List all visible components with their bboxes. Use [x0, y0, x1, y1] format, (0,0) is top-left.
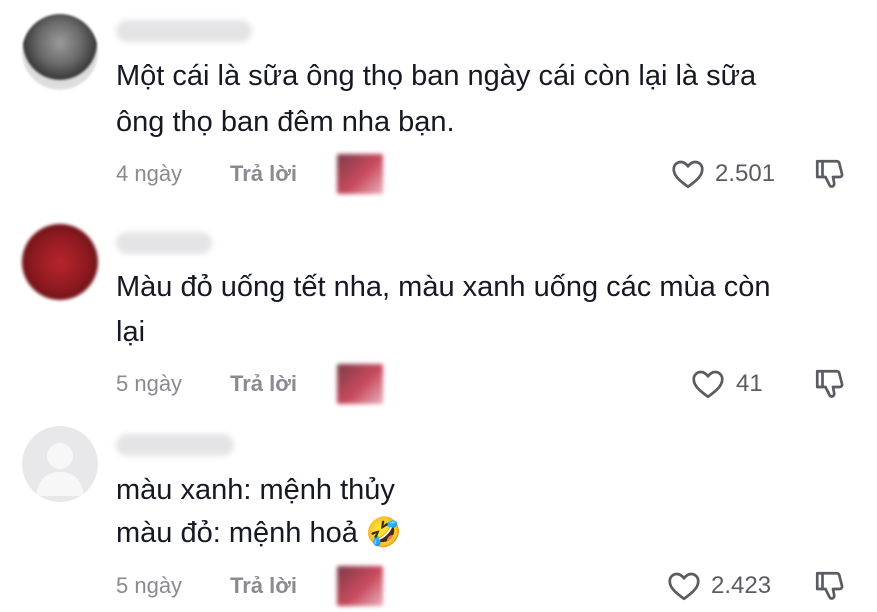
username[interactable]: [116, 434, 234, 456]
comment-time: 4 ngày: [116, 161, 183, 186]
comment-meta: 4 ngày Trả lời 2.501: [0, 154, 877, 194]
like-count: 2.423: [711, 572, 772, 599]
like-count: 41: [736, 370, 763, 397]
user-avatar[interactable]: [22, 426, 98, 502]
comment-text-line: Màu đỏ uống tết nha, màu xanh uống các m…: [116, 271, 771, 303]
comment-time: 5 ngày: [116, 371, 183, 396]
default-avatar-icon: [36, 443, 84, 496]
reply-button[interactable]: Trả lời: [230, 154, 297, 194]
comment-text-line: màu xanh: mệnh thủy: [116, 474, 395, 506]
user-avatar[interactable]: [22, 224, 98, 300]
comment-time: 5 ngày: [116, 573, 183, 598]
thumbs-down-icon[interactable]: [812, 568, 848, 604]
heart-outline-icon[interactable]: [666, 568, 702, 604]
comment-text-line: ông thọ ban đêm nha bạn.: [116, 106, 455, 138]
heart-outline-icon[interactable]: [690, 366, 726, 402]
comment-text-line: màu đỏ: mệnh hoả 🤣: [116, 517, 402, 549]
reply-user-avatar[interactable]: [337, 364, 383, 404]
username[interactable]: [116, 232, 212, 254]
comment-meta: 5 ngày Trả lời 41: [0, 364, 877, 404]
user-avatar[interactable]: [22, 14, 98, 90]
like-count: 2.501: [715, 160, 776, 187]
thumbs-down-icon[interactable]: [812, 156, 848, 192]
comment-text-line: lại: [116, 316, 146, 348]
thumbs-down-icon[interactable]: [812, 366, 848, 402]
reply-button[interactable]: Trả lời: [230, 566, 297, 606]
comment-item: Một cái là sữa ông thọ ban ngày cái còn …: [0, 0, 877, 200]
comment-meta: 5 ngày Trả lời 2.423: [0, 566, 877, 606]
comment-item: màu xanh: mệnh thủy màu đỏ: mệnh hoả 🤣 5…: [0, 420, 877, 612]
reply-button[interactable]: Trả lời: [230, 364, 297, 404]
username[interactable]: [116, 20, 252, 42]
reply-user-avatar[interactable]: [337, 566, 383, 606]
comment-text-line: Một cái là sữa ông thọ ban ngày cái còn …: [116, 60, 757, 92]
comment-item: Màu đỏ uống tết nha, màu xanh uống các m…: [0, 212, 877, 412]
reply-user-avatar[interactable]: [337, 154, 383, 194]
heart-outline-icon[interactable]: [670, 156, 706, 192]
